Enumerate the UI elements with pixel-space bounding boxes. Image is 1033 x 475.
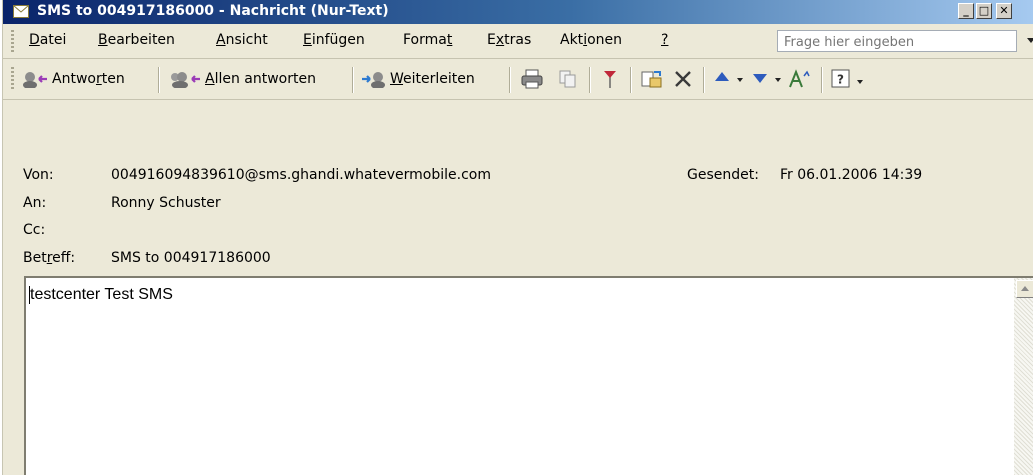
maximize-button[interactable]: □ (976, 3, 992, 19)
scroll-up-button[interactable] (1016, 280, 1033, 298)
message-body[interactable]: testcenter Test SMS (24, 276, 1033, 475)
toolbar-separator (589, 67, 591, 93)
help-search-input[interactable] (782, 32, 976, 52)
flag-icon[interactable] (601, 69, 619, 89)
toolbar-separator (509, 67, 511, 93)
subject-label: Betreff: (23, 250, 76, 266)
reply-all-icon (171, 72, 200, 88)
help-search-box[interactable] (777, 30, 1033, 52)
menu-bar: Datei Bearbeiten Ansicht Einfügen Format… (3, 24, 1033, 59)
svg-text:?: ? (837, 73, 844, 87)
toolbar-separator (352, 67, 354, 93)
scroll-up-arrow-icon (1021, 286, 1029, 291)
toolbar-separator (630, 67, 632, 93)
next-item-icon[interactable] (751, 69, 769, 87)
print-icon[interactable] (521, 69, 543, 89)
window-title: SMS to 004917186000 - Nachricht (Nur-Tex… (37, 3, 389, 19)
reply-label: Antworten (52, 71, 125, 87)
title-bar[interactable]: SMS to 004917186000 - Nachricht (Nur-Tex… (3, 0, 1033, 24)
from-value[interactable]: 004916094839610@sms.ghandi.whatevermobil… (111, 167, 491, 183)
copy-icon[interactable] (558, 69, 578, 89)
chevron-down-icon[interactable] (1027, 38, 1033, 43)
forward-button[interactable]: Weiterleiten (361, 67, 475, 91)
sent-value: Fr 06.01.2006 14:39 (780, 167, 923, 183)
menu-ansicht[interactable]: Ansicht (216, 32, 268, 48)
toolbar-separator (158, 67, 160, 93)
move-to-folder-icon[interactable] (641, 69, 663, 89)
menu-bearbeiten[interactable]: Bearbeiten (98, 32, 175, 48)
menu-aktionen[interactable]: Aktionen (560, 32, 622, 48)
menu-help[interactable]: ? (661, 32, 668, 48)
to-label: An: (23, 195, 47, 211)
cc-label: Cc: (23, 222, 46, 238)
envelope-icon (13, 5, 29, 18)
subject-value: SMS to 004917186000 (111, 250, 271, 266)
menu-einfuegen[interactable]: Einfügen (303, 32, 365, 48)
font-size-icon[interactable] (788, 69, 810, 89)
message-body-text[interactable]: testcenter Test SMS (30, 286, 173, 304)
minimize-button[interactable]: _ (958, 3, 974, 19)
to-value[interactable]: Ronny Schuster (111, 195, 221, 211)
menu-extras[interactable]: Extras (487, 32, 531, 48)
reply-all-button[interactable]: Allen antworten (168, 67, 316, 91)
menu-datei[interactable]: Datei (29, 32, 66, 48)
toolbar-grip[interactable] (11, 67, 14, 89)
menubar-grip[interactable] (11, 30, 14, 52)
toolbar-overflow-icon[interactable] (857, 80, 863, 84)
sent-label: Gesendet: (687, 167, 759, 183)
reply-button[interactable]: Antworten (21, 67, 125, 91)
forward-label: Weiterleiten (390, 71, 475, 87)
close-button[interactable]: ✕ (996, 3, 1012, 19)
delete-icon[interactable] (673, 69, 693, 89)
vertical-scrollbar[interactable] (1014, 278, 1033, 475)
chevron-down-icon[interactable] (775, 78, 781, 82)
chevron-down-icon[interactable] (737, 78, 743, 82)
reply-all-label: Allen antworten (205, 71, 316, 87)
reply-icon (23, 72, 47, 88)
forward-icon (362, 72, 385, 88)
previous-item-icon[interactable] (713, 69, 731, 87)
toolbar: Antworten Allen antworten Weiterleiten ? (3, 59, 1033, 100)
toolbar-separator (703, 67, 705, 93)
toolbar-separator (821, 67, 823, 93)
message-window: SMS to 004917186000 - Nachricht (Nur-Tex… (2, 0, 1033, 475)
help-icon[interactable]: ? (831, 69, 851, 89)
from-label: Von: (23, 167, 54, 183)
menu-format[interactable]: Format (403, 32, 452, 48)
